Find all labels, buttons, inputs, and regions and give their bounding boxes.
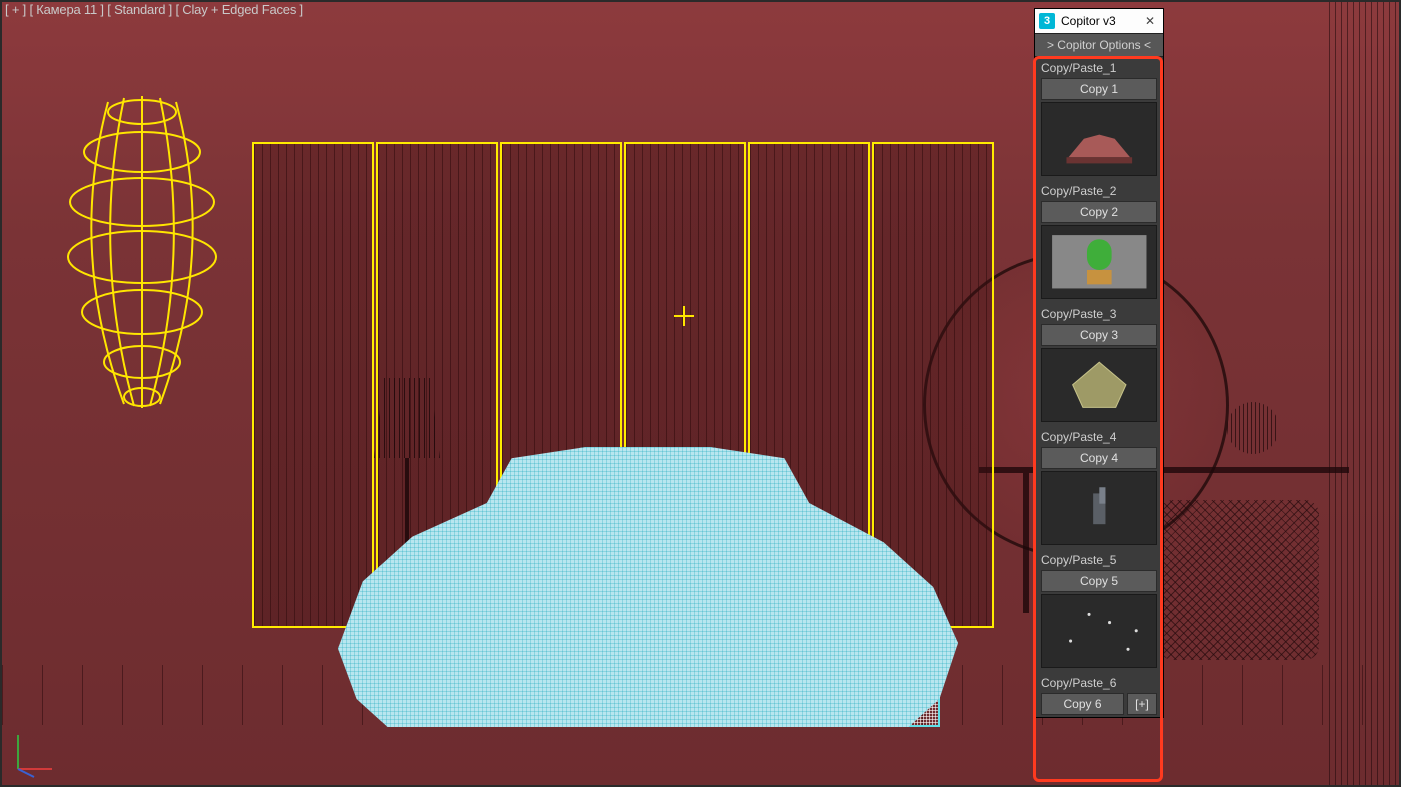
slot-1-thumbnail[interactable] [1041, 102, 1157, 176]
slot-6: Copy/Paste_6 Copy 6 [+] [1035, 672, 1163, 717]
slot-6-label: Copy/Paste_6 [1035, 672, 1163, 692]
panel-titlebar[interactable]: 3 Copitor v3 ✕ [1035, 9, 1163, 33]
slot-1-label: Copy/Paste_1 [1035, 57, 1163, 77]
panel-title: Copitor v3 [1061, 14, 1139, 28]
copy-1-button[interactable]: Copy 1 [1041, 78, 1157, 100]
curtain-wireframe [1329, 2, 1399, 785]
copitor-options-button[interactable]: > Copitor Options < [1035, 33, 1163, 57]
slot-3: Copy/Paste_3 Copy 3 [1035, 303, 1163, 426]
add-slot-button[interactable]: [+] [1127, 693, 1157, 715]
app-icon: 3 [1039, 13, 1055, 29]
copy-4-button[interactable]: Copy 4 [1041, 447, 1157, 469]
slot-5-thumbnail[interactable] [1041, 594, 1157, 668]
slot-2-thumbnail[interactable] [1041, 225, 1157, 299]
pendant-light-wireframe [62, 82, 222, 422]
slot-4-label: Copy/Paste_4 [1035, 426, 1163, 446]
copitor-panel: 3 Copitor v3 ✕ > Copitor Options < Copy/… [1034, 8, 1164, 718]
slot-5: Copy/Paste_5 Copy 5 [1035, 549, 1163, 672]
slot-4-thumbnail[interactable] [1041, 471, 1157, 545]
sphere-decor-wireframe [1227, 402, 1279, 454]
copy-5-button[interactable]: Copy 5 [1041, 570, 1157, 592]
copy-3-button[interactable]: Copy 3 [1041, 324, 1157, 346]
desk-leg-wireframe [1023, 473, 1029, 613]
scene-canvas[interactable] [2, 2, 1399, 785]
slot-4: Copy/Paste_4 Copy 4 [1035, 426, 1163, 549]
close-icon[interactable]: ✕ [1139, 10, 1161, 32]
slot-2: Copy/Paste_2 Copy 2 [1035, 180, 1163, 303]
slot-3-thumbnail[interactable] [1041, 348, 1157, 422]
viewport[interactable]: [ + ] [ Камера 11 ] [ Standard ] [ Clay … [2, 2, 1399, 785]
chair-wireframe [1159, 500, 1319, 660]
slot-3-label: Copy/Paste_3 [1035, 303, 1163, 323]
slot-5-label: Copy/Paste_5 [1035, 549, 1163, 569]
wall-panel-1 [252, 142, 374, 628]
copy-2-button[interactable]: Copy 2 [1041, 201, 1157, 223]
slot-2-label: Copy/Paste_2 [1035, 180, 1163, 200]
copy-6-button[interactable]: Copy 6 [1041, 693, 1124, 715]
slot-1: Copy/Paste_1 Copy 1 [1035, 57, 1163, 180]
